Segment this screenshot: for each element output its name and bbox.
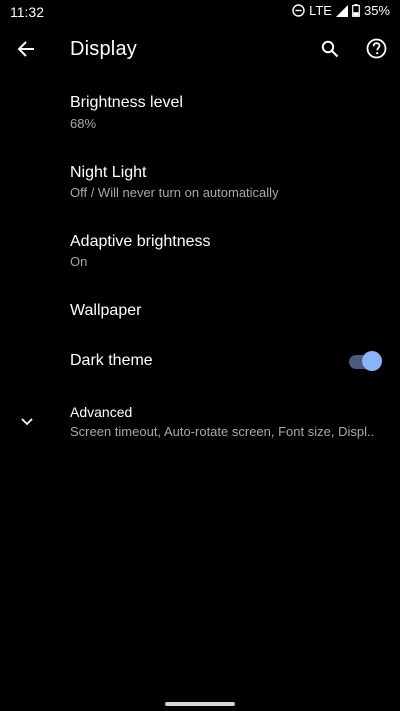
setting-wallpaper[interactable]: Wallpaper xyxy=(0,292,400,342)
app-bar: Display xyxy=(0,24,400,78)
toggle-thumb xyxy=(362,351,382,371)
help-button[interactable] xyxy=(362,37,390,65)
setting-title: Dark theme xyxy=(70,352,153,369)
setting-title: Advanced xyxy=(70,404,133,420)
search-button[interactable] xyxy=(316,37,344,65)
setting-brightness-level[interactable]: Brightness level 68% xyxy=(0,84,400,146)
setting-dark-theme[interactable]: Dark theme xyxy=(0,342,400,382)
status-bar: 11:32 LTE 35% xyxy=(0,0,400,24)
signal-icon xyxy=(335,4,348,17)
setting-title: Wallpaper xyxy=(70,302,142,319)
setting-summary: Screen timeout, Auto-rotate screen, Font… xyxy=(70,424,375,439)
setting-summary: Off / Will never turn on automatically xyxy=(70,185,279,200)
chevron-down-icon[interactable] xyxy=(17,412,37,432)
setting-night-light[interactable]: Night Light Off / Will never turn on aut… xyxy=(0,154,400,216)
setting-advanced[interactable]: Advanced Screen timeout, Auto-rotate scr… xyxy=(0,394,400,446)
setting-title: Brightness level xyxy=(70,94,183,111)
do-not-disturb-icon xyxy=(292,4,305,17)
help-icon xyxy=(366,38,387,64)
battery-percent: 35% xyxy=(363,3,390,18)
setting-adaptive-brightness[interactable]: Adaptive brightness On xyxy=(0,223,400,285)
dark-theme-toggle[interactable] xyxy=(347,351,383,373)
battery-icon xyxy=(352,4,360,17)
back-button[interactable] xyxy=(12,37,40,65)
setting-title: Night Light xyxy=(70,164,147,181)
back-arrow-icon xyxy=(17,40,35,63)
gesture-navigation-handle[interactable] xyxy=(165,702,235,706)
status-time: 11:32 xyxy=(10,4,44,20)
page-title: Display xyxy=(70,38,137,60)
status-icons: LTE 35% xyxy=(292,3,390,18)
search-icon xyxy=(321,40,339,63)
network-type: LTE xyxy=(309,3,332,18)
setting-summary: On xyxy=(70,254,88,269)
setting-summary: 68% xyxy=(70,116,97,131)
setting-title: Adaptive brightness xyxy=(70,233,211,250)
